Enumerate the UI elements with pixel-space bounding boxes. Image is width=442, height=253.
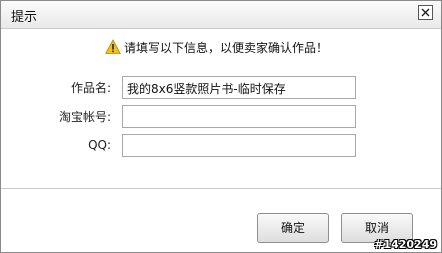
qq-field[interactable] <box>122 134 356 157</box>
work-name-field[interactable]: 我的8x6竖款照片书-临时保存 <box>122 76 356 99</box>
qq-label: QQ: <box>88 138 111 152</box>
warning-icon <box>105 39 121 54</box>
dialog: 提示 请填写以下信息，以便卖家确认作品！ 作品名: 我的8x6竖款照片书-临时保… <box>0 0 442 253</box>
notice: 请填写以下信息，以便卖家确认作品！ <box>105 38 328 56</box>
watermark: #1420249 <box>374 238 437 251</box>
dialog-titlebar: 提示 <box>1 1 441 29</box>
taobao-account-field[interactable] <box>122 105 356 128</box>
close-icon <box>421 8 430 17</box>
notice-text: 请填写以下信息，以便卖家确认作品！ <box>124 40 329 55</box>
confirm-button[interactable]: 确定 <box>257 213 329 243</box>
close-button[interactable] <box>418 5 433 20</box>
work-name-label: 作品名: <box>70 81 111 95</box>
dialog-title: 提示 <box>11 10 38 25</box>
taobao-account-label: 淘宝帐号: <box>58 110 111 124</box>
